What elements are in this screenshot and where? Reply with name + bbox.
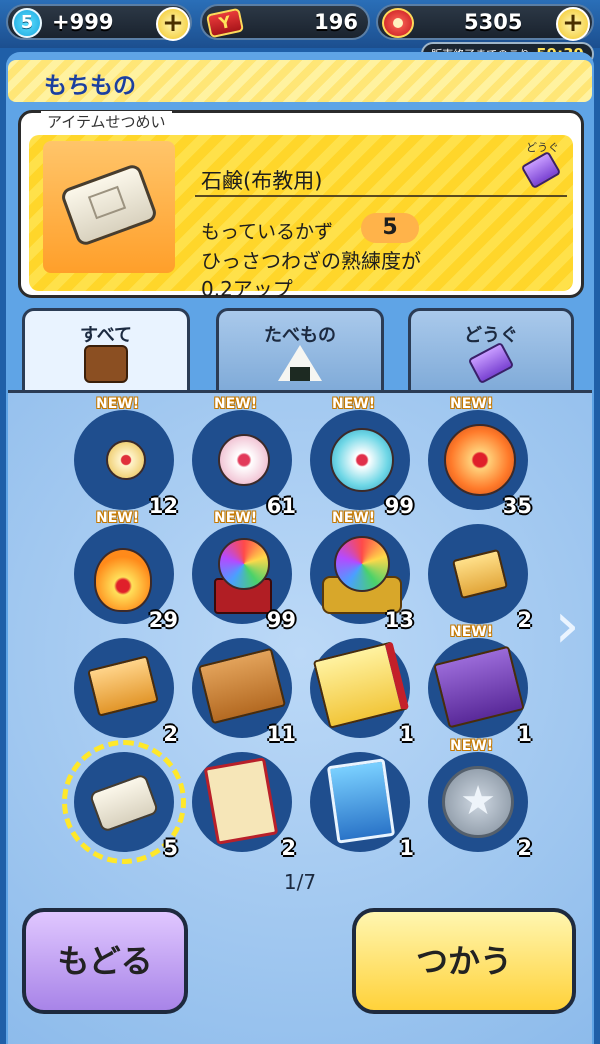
item-cell[interactable]: 1 xyxy=(306,746,416,860)
new-badge: NEW! xyxy=(450,738,494,754)
new-badge: NEW! xyxy=(214,396,258,412)
item-quantity: 5 xyxy=(163,836,178,860)
money-icon xyxy=(382,8,414,38)
item-quantity: 1 xyxy=(399,836,414,860)
item-quantity: 2 xyxy=(517,608,532,632)
item-quantity: 2 xyxy=(281,836,296,860)
item-quantity: 61 xyxy=(266,494,296,518)
tab-food[interactable]: たべもの xyxy=(216,308,384,392)
item-quantity: 2 xyxy=(163,722,178,746)
orb-icon xyxy=(106,440,146,480)
divider xyxy=(195,195,567,197)
new-badge: NEW! xyxy=(96,510,140,526)
item-quantity: 13 xyxy=(384,608,414,632)
selected-item-frame xyxy=(43,141,175,273)
money-value: 5305 xyxy=(464,10,523,34)
rainbow-orb-icon xyxy=(218,538,270,590)
item-cell[interactable]: 5 xyxy=(62,740,186,864)
effect-line-1: ひっさつわざの熟練度が xyxy=(201,249,421,273)
money-pill: 5305 + xyxy=(376,4,594,41)
item-cell[interactable]: NEW! 13 xyxy=(306,510,416,632)
ticket-icon xyxy=(467,341,515,385)
item-cell[interactable]: NEW! 99 xyxy=(306,396,416,518)
item-cell[interactable]: 11 xyxy=(188,632,298,746)
item-cell[interactable]: NEW! 61 xyxy=(188,396,298,518)
tab-label: たべもの xyxy=(264,325,336,346)
tab-all[interactable]: すべて xyxy=(22,308,190,392)
use-button[interactable]: つかう xyxy=(352,908,576,1014)
header-banner: もちもの xyxy=(8,60,592,102)
new-badge: NEW! xyxy=(450,396,494,412)
page-title: もちもの xyxy=(44,73,136,99)
poster-icon xyxy=(203,757,279,845)
ticket-icon: Y xyxy=(205,7,245,39)
tool-category-icon xyxy=(520,150,562,190)
top-bar: 5 +999 + Y 196 5305 + xyxy=(0,0,600,48)
item-quantity: 35 xyxy=(502,494,532,518)
orb-icon xyxy=(330,428,394,492)
new-badge: NEW! xyxy=(332,396,376,412)
count-value: 5 xyxy=(361,213,419,243)
ticket-value: 196 xyxy=(314,10,358,34)
item-cell[interactable]: 1 xyxy=(306,632,416,746)
rainbow-orb-icon xyxy=(334,536,390,592)
item-effect: ひっさつわざの熟練度が 0.2アップ xyxy=(201,247,561,303)
category-tabs: すべて たべもの どうぐ xyxy=(8,308,592,392)
new-badge: NEW! xyxy=(332,510,376,526)
tab-label: どうぐ xyxy=(464,325,518,346)
add-money-button[interactable]: + xyxy=(556,7,590,41)
ticket-pill: Y 196 xyxy=(200,4,370,40)
bag-icon xyxy=(84,345,128,383)
item-description-panel: アイテムせつめい 石鹸(布教用) どうぐ もっているかず 5 ひっさつわざの熟練… xyxy=(18,110,584,301)
new-badge: NEW! xyxy=(96,396,140,412)
item-cell[interactable]: NEW! 12 xyxy=(70,396,180,518)
item-cell[interactable]: 2 xyxy=(70,632,180,746)
new-badge: NEW! xyxy=(214,510,258,526)
orb-icon xyxy=(444,424,516,496)
new-badge: NEW! xyxy=(450,624,494,640)
item-cell[interactable]: NEW! 99 xyxy=(188,510,298,632)
count-label: もっているかず xyxy=(201,221,334,243)
item-cell[interactable]: NEW! 1 xyxy=(424,624,534,746)
back-button[interactable]: もどる xyxy=(22,908,188,1014)
tab-label: すべて xyxy=(79,325,133,346)
soap-icon xyxy=(59,162,159,248)
flame-orb-icon xyxy=(94,548,152,612)
item-cell[interactable]: NEW! 29 xyxy=(70,510,180,632)
description-body: 石鹸(布教用) どうぐ もっているかず 5 ひっさつわざの熟練度が 0.2アップ xyxy=(29,135,573,301)
tab-tools[interactable]: どうぐ xyxy=(408,308,574,392)
add-stamina-button[interactable]: + xyxy=(156,7,190,41)
level-badge: 5 xyxy=(12,8,42,38)
item-quantity: 1 xyxy=(399,722,414,746)
item-quantity: 29 xyxy=(148,608,178,632)
item-cell[interactable]: 2 xyxy=(424,518,534,632)
star-coin-icon: ★ xyxy=(442,766,514,838)
orb-icon xyxy=(218,434,270,486)
stamina-value: +999 xyxy=(52,10,114,34)
page-indicator: 1/7 xyxy=(283,870,317,894)
item-name: 石鹸(布教用) xyxy=(201,169,323,193)
item-quantity: 12 xyxy=(148,494,178,518)
item-quantity: 11 xyxy=(266,722,296,746)
effect-line-2: 0.2アップ xyxy=(201,277,293,301)
nori-icon xyxy=(290,367,310,381)
item-cell[interactable]: 2 xyxy=(188,746,298,860)
next-page-arrow-icon[interactable]: › xyxy=(550,586,584,666)
item-quantity: 2 xyxy=(517,836,532,860)
stamina-pill: 5 +999 + xyxy=(6,4,192,41)
item-cell[interactable]: ★ NEW! 2 xyxy=(424,738,534,860)
item-quantity: 99 xyxy=(384,494,414,518)
card-icon xyxy=(326,758,396,844)
item-cell[interactable]: NEW! 35 xyxy=(424,396,534,518)
item-quantity: 1 xyxy=(517,722,532,746)
item-quantity: 99 xyxy=(266,608,296,632)
description-label: アイテムせつめい xyxy=(41,111,172,132)
